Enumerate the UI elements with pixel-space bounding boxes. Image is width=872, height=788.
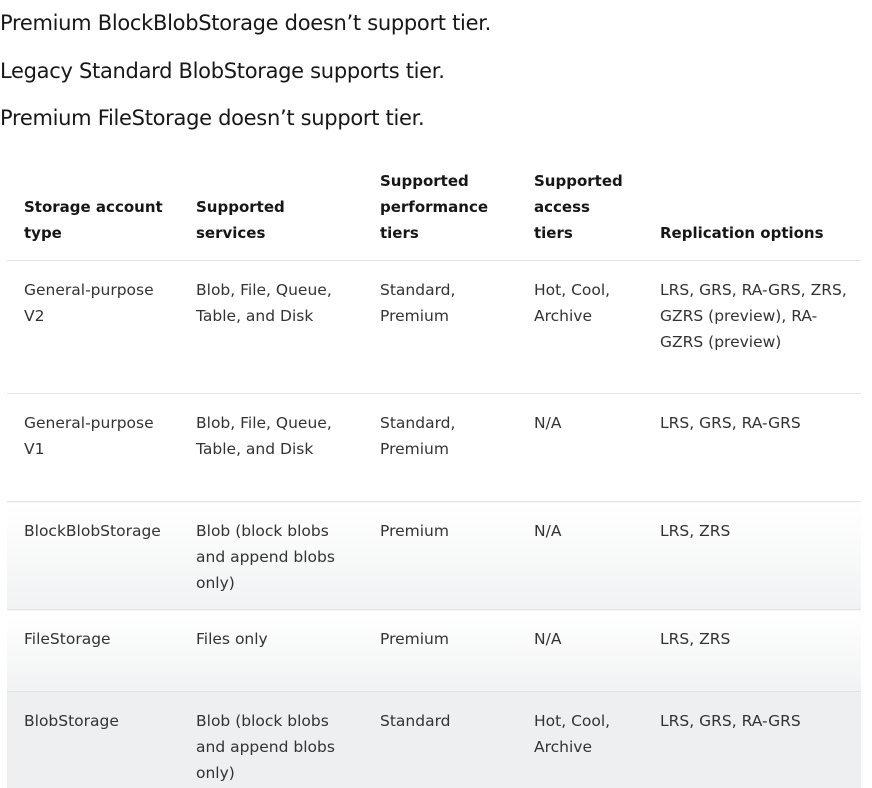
intro-note: Premium BlockBlobStorage doesn’t support… <box>0 11 491 35</box>
table-cell: LRS, ZRS <box>643 610 861 692</box>
table-cell: Standard, Premium <box>363 261 517 394</box>
table-cell: Files only <box>179 610 363 692</box>
column-header: Supported performance tiers <box>363 160 517 261</box>
table-cell: N/A <box>517 394 643 502</box>
table-cell: LRS, GRS, RA-GRS, ZRS, GZRS (preview), R… <box>643 261 861 394</box>
table-cell: General-purpose V1 <box>7 394 179 502</box>
column-header: Storage account type <box>7 160 179 261</box>
table-cell: Hot, Cool, Archive <box>517 261 643 394</box>
table-cell: Standard, Premium <box>363 394 517 502</box>
table-cell: BlockBlobStorage <box>7 502 179 610</box>
table-cell: Hot, Cool, Archive <box>517 692 643 788</box>
table-cell: N/A <box>517 502 643 610</box>
table-cell: Blob (block blobs and append blobs only) <box>179 502 363 610</box>
intro-note: Legacy Standard BlobStorage supports tie… <box>0 59 445 83</box>
table-row: FileStorage Files only Premium N/A LRS, … <box>7 610 861 692</box>
table-cell: Blob, File, Queue, Table, and Disk <box>179 394 363 502</box>
column-header: Replication options <box>643 160 861 261</box>
table-header-row: Storage account type Supported services … <box>7 160 861 261</box>
table-cell: FileStorage <box>7 610 179 692</box>
table-cell: Blob, File, Queue, Table, and Disk <box>179 261 363 394</box>
table-cell: Premium <box>363 502 517 610</box>
table-row: General-purpose V2 Blob, File, Queue, Ta… <box>7 261 861 394</box>
table-cell: LRS, GRS, RA-GRS <box>643 692 861 788</box>
column-header: Supported access tiers <box>517 160 643 261</box>
table-cell: Premium <box>363 610 517 692</box>
table-cell: General-purpose V2 <box>7 261 179 394</box>
table-cell: LRS, GRS, RA-GRS <box>643 394 861 502</box>
table-row: BlockBlobStorage Blob (block blobs and a… <box>7 502 861 610</box>
column-header: Supported services <box>179 160 363 261</box>
table-row: BlobStorage Blob (block blobs and append… <box>7 692 861 788</box>
table-cell: Blob (block blobs and append blobs only) <box>179 692 363 788</box>
storage-account-types-table: Storage account type Supported services … <box>7 160 861 788</box>
intro-note: Premium FileStorage doesn’t support tier… <box>0 106 424 130</box>
table-cell: LRS, ZRS <box>643 502 861 610</box>
table-cell: Standard <box>363 692 517 788</box>
table-row: General-purpose V1 Blob, File, Queue, Ta… <box>7 394 861 502</box>
table-cell: BlobStorage <box>7 692 179 788</box>
table-cell: N/A <box>517 610 643 692</box>
